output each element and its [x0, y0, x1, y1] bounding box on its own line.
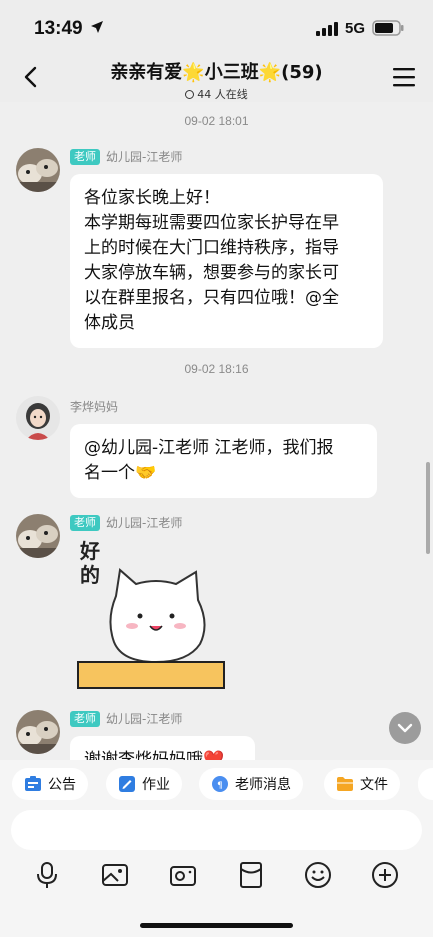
svg-text:¶: ¶	[217, 781, 223, 791]
avatar-teacher[interactable]	[16, 710, 60, 754]
star-emoji: 🌟	[258, 62, 282, 83]
status-bar: 13:49 5G	[0, 0, 433, 52]
message-input[interactable]	[11, 810, 422, 850]
chat-title-area[interactable]: 亲亲有爱🌟小三班🌟(59) 44 人在线	[60, 58, 373, 102]
network-label: 5G	[345, 20, 366, 37]
star-emoji: 🌟	[182, 62, 205, 83]
menu-icon[interactable]	[392, 66, 416, 88]
scroll-to-bottom-button[interactable]	[389, 712, 421, 744]
homework-button[interactable]: 作业	[106, 768, 182, 800]
avatar-teacher[interactable]	[16, 514, 60, 558]
teacher-badge: 老师	[70, 148, 100, 165]
chat-header: 亲亲有爱🌟小三班🌟(59) 44 人在线	[0, 52, 433, 102]
folder-icon	[337, 777, 353, 791]
chevron-down-icon	[397, 723, 413, 733]
message-timestamp: 09-02 18:01	[184, 114, 249, 128]
plus-icon[interactable]	[370, 860, 400, 890]
home-indicator	[140, 923, 293, 928]
homework-icon	[119, 776, 135, 792]
teacher-badge: 老师	[70, 514, 100, 531]
announcement-button[interactable]: 公告	[12, 768, 88, 800]
avatar-teacher[interactable]	[16, 148, 60, 192]
group-title: 亲亲有爱🌟小三班🌟(59)	[110, 62, 323, 83]
location-arrow-icon	[91, 21, 103, 33]
camera-icon[interactable]	[168, 860, 198, 890]
teacher-badge: 老师	[70, 710, 100, 727]
svg-text:的: 的	[80, 563, 100, 587]
message-bubble[interactable]: @幼儿园-江老师 江老师，我们报 名一个🤝	[70, 424, 377, 498]
microphone-icon[interactable]	[32, 860, 62, 890]
red-packet-icon[interactable]	[236, 860, 266, 890]
status-time: 13:49	[34, 18, 83, 39]
chat-messages[interactable]: 09-02 18:01 老师 幼儿园-江老师 各位家长晚上好！ 本学期每班需要四…	[0, 102, 433, 760]
avatar-parent[interactable]	[16, 396, 60, 440]
image-icon[interactable]	[100, 860, 130, 890]
quick-actions-bar: 公告 作业 ¶ 老师消息 文件	[0, 760, 433, 808]
input-area	[0, 808, 433, 937]
teacher-message-button[interactable]: ¶ 老师消息	[199, 768, 303, 800]
message-bubble[interactable]: 各位家长晚上好！ 本学期每班需要四位家长护导在早 上的时候在大门口维持秩序，指导…	[70, 174, 383, 348]
signal-icon	[316, 22, 338, 36]
announcement-icon	[25, 776, 41, 791]
files-button[interactable]: 文件	[324, 768, 400, 800]
online-status-icon	[185, 90, 195, 99]
sender-name: 老师 幼儿园-江老师	[70, 710, 182, 727]
sender-name: 老师 幼儿园-江老师	[70, 514, 182, 531]
emoji-icon[interactable]	[303, 860, 333, 890]
svg-text:好: 好	[79, 539, 100, 563]
battery-icon	[372, 20, 404, 36]
sender-name: 李烨妈妈	[70, 400, 119, 414]
message-timestamp: 09-02 18:16	[184, 362, 249, 376]
sender-name: 老师 幼儿园-江老师	[70, 148, 182, 165]
back-icon[interactable]	[20, 65, 44, 89]
cat-sticker[interactable]: 好 的	[76, 534, 226, 690]
scrollbar[interactable]	[426, 462, 430, 554]
teacher-message-icon: ¶	[212, 776, 228, 792]
message-bubble[interactable]: 谢谢李烨妈妈哦❤️	[70, 736, 255, 760]
online-count: 44 人在线	[60, 86, 373, 102]
more-quick-actions[interactable]	[418, 768, 433, 800]
